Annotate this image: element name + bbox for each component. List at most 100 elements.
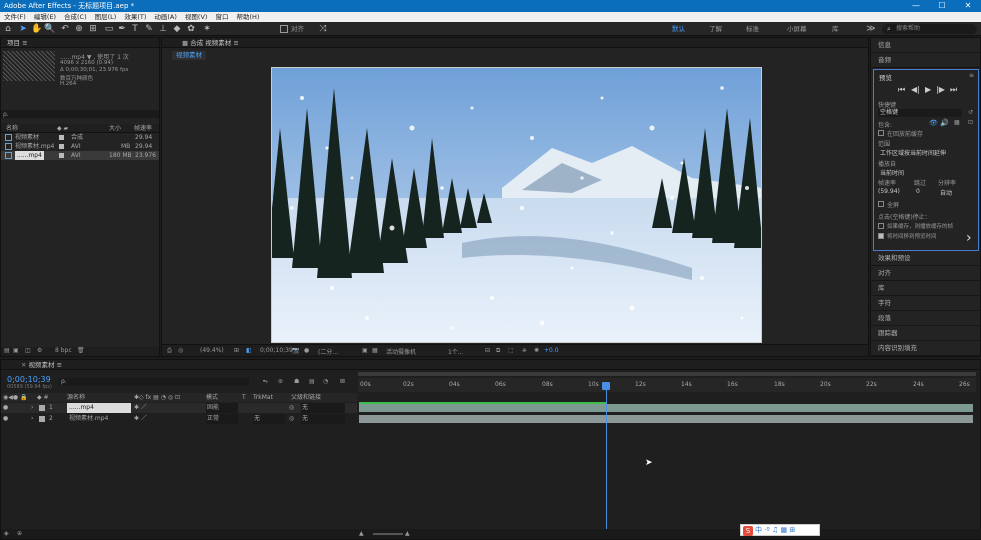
time-ruler[interactable]: 00s 02s 04s 06s 08s 10s 12s 14s 16s 18s …	[358, 378, 976, 392]
video-toggle-icon[interactable]: 👁	[929, 119, 938, 127]
camera-tool-icon[interactable]: ⊕	[74, 24, 84, 34]
menu-file[interactable]: 文件(F)	[0, 12, 30, 22]
menu-layer[interactable]: 图层(L)	[91, 12, 121, 22]
close-button[interactable]: ✕	[955, 0, 981, 12]
layer-label-swatch[interactable]	[39, 405, 45, 411]
audio-panel-tab[interactable]: 音频	[871, 53, 980, 68]
zoom-in-icon[interactable]: ▲	[405, 530, 410, 537]
resolution-dropdown-preview[interactable]: 自动	[940, 188, 952, 197]
checkerboard-icon[interactable]: ▦	[372, 347, 378, 354]
workspace-small-screen[interactable]: 小屏幕	[787, 24, 807, 34]
project-item-row[interactable]: 视频素材 合成 29.94	[1, 133, 159, 142]
last-frame-icon[interactable]: ⏭	[950, 85, 957, 95]
switches-column-icon[interactable]: ✱◇ fx ▤ ◔ ◎ ⊡	[134, 393, 180, 402]
layer-label-swatch[interactable]	[39, 416, 45, 422]
shy-layers-icon[interactable]: ☗	[294, 378, 299, 385]
layer-duration-bar[interactable]	[359, 404, 973, 412]
column-size[interactable]: 大小	[109, 124, 121, 133]
layer-switch-icon[interactable]: ✱ ／	[134, 403, 147, 413]
trkmat-column[interactable]: TrkMat	[253, 393, 273, 402]
menu-view[interactable]: 视图(V)	[181, 12, 212, 22]
resolution-dropdown[interactable]: (二分...	[318, 347, 338, 356]
expand-arrow-icon[interactable]: ›	[31, 414, 33, 424]
cache-checkbox[interactable]	[878, 130, 884, 136]
expand-chevron-icon[interactable]: ›	[966, 230, 972, 246]
new-folder-icon[interactable]: ▣	[13, 347, 19, 354]
label-color-swatch[interactable]	[59, 153, 64, 158]
ime-toolbar[interactable]: S 中 ·º ♫ ▦ ⊞	[740, 524, 820, 536]
preview-menu-icon[interactable]: ≡	[969, 72, 974, 79]
roto-brush-icon[interactable]: ✿	[186, 24, 196, 34]
label-color-swatch[interactable]	[59, 144, 64, 149]
workspace-library[interactable]: 库	[832, 24, 839, 34]
camera-icon[interactable]: 📷	[292, 347, 299, 354]
fast-preview-icon[interactable]: ⬚	[508, 347, 514, 354]
menu-help[interactable]: 帮助(H)	[232, 12, 263, 22]
workspace-standard[interactable]: 标准	[746, 24, 759, 34]
selection-tool-icon[interactable]: ➤	[18, 24, 28, 34]
playhead-handle[interactable]	[602, 382, 611, 390]
transparency-icon[interactable]: ◧	[246, 347, 252, 354]
label-column-icon[interactable]: ◆ ▰	[57, 124, 68, 133]
paragraph-panel-tab[interactable]: 段落	[871, 311, 980, 326]
mode-column[interactable]: 模式	[206, 393, 218, 402]
menu-animation[interactable]: 动画(A)	[150, 12, 181, 22]
composition-tab[interactable]: ■ 合成 视频素材 ≡	[162, 38, 868, 48]
project-panel-title[interactable]: 项目 ≡	[1, 38, 159, 48]
workspace-menu-icon[interactable]: ≫	[866, 24, 876, 34]
rectangle-tool-icon[interactable]: ▭	[104, 24, 114, 34]
zoom-slider[interactable]	[373, 533, 403, 535]
character-panel-tab[interactable]: 字符	[871, 296, 980, 311]
camera-dropdown[interactable]: 活动摄像机	[386, 347, 416, 356]
timeline-search-input[interactable]: ρ.	[59, 378, 249, 386]
composition-mini-flowchart-icon[interactable]: ⥱	[263, 378, 268, 386]
layer-mode-dropdown[interactable]: 正常	[206, 414, 238, 424]
visibility-eye-icon[interactable]: ●	[3, 403, 8, 413]
audio-toggle-icon[interactable]: 🔊	[940, 119, 949, 127]
project-search-input[interactable]: ρ.	[1, 110, 159, 118]
exposure-value[interactable]: +0.0	[544, 347, 559, 354]
move-time-checkbox[interactable]	[878, 233, 884, 239]
reset-icon[interactable]: ↺	[968, 109, 973, 116]
search-help-input[interactable]: 搜索帮助	[882, 24, 977, 34]
next-frame-icon[interactable]: |▶	[936, 85, 945, 94]
pickwhip-icon[interactable]: ◎	[289, 414, 294, 424]
close-tab-icon[interactable]: ✕	[21, 361, 29, 369]
frame-blending-icon[interactable]: ▤	[309, 378, 315, 385]
skip-dropdown[interactable]: 0	[916, 188, 920, 195]
fullscreen-checkbox[interactable]	[878, 201, 884, 207]
pan-behind-icon[interactable]: ⊞	[88, 24, 98, 34]
grid-icon[interactable]: ⊞	[234, 347, 239, 354]
toggle-switches-icon[interactable]: ◈	[4, 530, 9, 537]
menu-composition[interactable]: 合成(C)	[60, 12, 91, 22]
label-color-swatch[interactable]	[59, 135, 64, 140]
layer-switch-icon[interactable]: ✱ ／	[134, 414, 147, 424]
column-name[interactable]: 名称	[6, 124, 18, 133]
menu-effect[interactable]: 效果(T)	[120, 12, 150, 22]
magnification-dropdown[interactable]: (49.4%)	[200, 347, 224, 354]
time-navigator-bar[interactable]	[358, 372, 976, 376]
align-checkbox[interactable]	[280, 25, 288, 33]
visibility-eye-icon[interactable]: ●	[3, 414, 8, 424]
snapshot-icon[interactable]: ⎙	[167, 347, 172, 355]
align-panel-tab[interactable]: 对齐	[871, 266, 980, 281]
project-item-row-selected[interactable]: ......mp4 AVI 180 MB 23.976	[1, 151, 159, 160]
brush-tool-icon[interactable]: ✎	[144, 24, 154, 34]
pickwhip-icon[interactable]: ◎	[289, 403, 294, 413]
snapping-icon[interactable]: ⤨	[318, 24, 328, 34]
new-composition-icon[interactable]: ◫	[25, 347, 31, 354]
layer-parent-dropdown[interactable]: 无	[301, 403, 345, 413]
composition-viewer[interactable]	[271, 67, 762, 343]
prev-frame-icon[interactable]: ◀|	[911, 85, 920, 94]
toggle-modes-icon[interactable]: ⊕	[17, 530, 22, 537]
shortcut-dropdown[interactable]: 空格键	[878, 109, 962, 117]
content-aware-fill-tab[interactable]: 内容识别填充	[871, 341, 980, 356]
layer-name[interactable]: 视频素材.mp4	[67, 414, 108, 424]
overlay-toggle-icon[interactable]: ▦	[954, 119, 960, 126]
av-features-icon[interactable]: ◉◀● 🔒	[3, 393, 27, 402]
maximize-button[interactable]: ☐	[929, 0, 955, 12]
timeline-timecode[interactable]: 0;00;10;39	[7, 375, 51, 384]
draft-3d-icon[interactable]: ⊛	[278, 378, 283, 385]
first-frame-icon[interactable]: ⏮	[898, 85, 905, 95]
layer-name[interactable]: ......mp4	[67, 403, 131, 413]
